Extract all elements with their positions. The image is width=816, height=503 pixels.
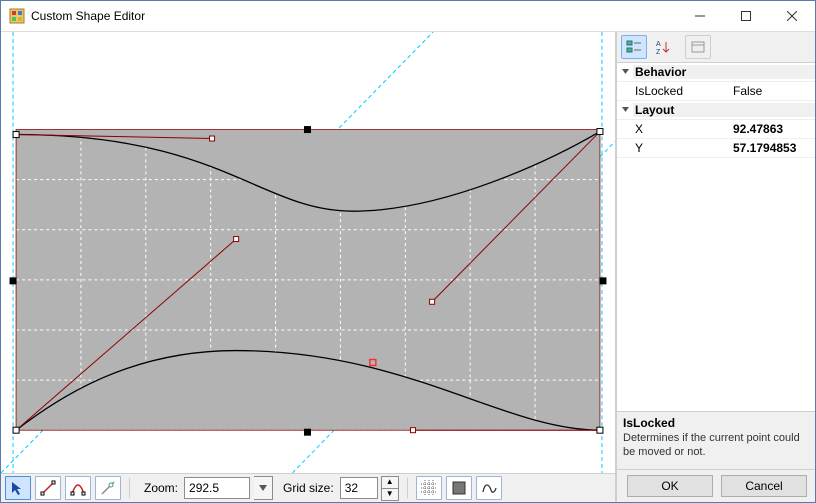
titlebar[interactable]: Custom Shape Editor bbox=[1, 1, 815, 32]
tool-bezier-point[interactable] bbox=[65, 476, 91, 500]
window: Custom Shape Editor Zoom: Grid size: bbox=[0, 0, 816, 503]
property-value[interactable]: False bbox=[729, 84, 815, 98]
maximize-button[interactable] bbox=[723, 1, 769, 31]
svg-text:A: A bbox=[656, 41, 661, 48]
property-name: IsLocked bbox=[617, 84, 729, 98]
app-icon bbox=[9, 8, 25, 24]
svg-text:Z: Z bbox=[656, 49, 661, 55]
category-label: Layout bbox=[633, 103, 815, 117]
ok-button[interactable]: OK bbox=[627, 475, 713, 497]
property-row[interactable]: Y57.1794853 bbox=[617, 139, 815, 158]
grid-size-down[interactable]: ▼ bbox=[381, 489, 399, 501]
window-title: Custom Shape Editor bbox=[31, 9, 677, 23]
property-name: Y bbox=[617, 141, 729, 155]
window-buttons bbox=[677, 1, 815, 31]
alphabetical-button[interactable]: AZ bbox=[649, 35, 675, 59]
tool-select-point[interactable] bbox=[5, 476, 31, 500]
shape-canvas[interactable] bbox=[1, 32, 615, 473]
property-help-desc: Determines if the current point could be… bbox=[623, 432, 809, 460]
property-value[interactable]: 57.1794853 bbox=[729, 141, 815, 155]
minimize-button[interactable] bbox=[677, 1, 723, 31]
separator bbox=[129, 478, 130, 498]
categorized-button[interactable] bbox=[621, 35, 647, 59]
tool-extra[interactable] bbox=[95, 476, 121, 500]
dialog-buttons: OK Cancel bbox=[617, 469, 815, 502]
property-help-title: IsLocked bbox=[623, 416, 809, 430]
property-name: X bbox=[617, 122, 729, 136]
zoom-input[interactable] bbox=[184, 477, 250, 499]
category-label: Behavior bbox=[633, 65, 815, 79]
chevron-down-icon bbox=[617, 103, 633, 117]
property-category[interactable]: Layout bbox=[617, 101, 815, 120]
bottom-toolbar: Zoom: Grid size: ▲ ▼ bbox=[1, 473, 615, 502]
property-grid[interactable]: BehaviorIsLockedFalseLayoutX92.47863Y57.… bbox=[617, 63, 815, 411]
grid-size-spinner: ▲ ▼ bbox=[381, 476, 399, 501]
chevron-down-icon bbox=[617, 65, 633, 79]
canvas-column: Zoom: Grid size: ▲ ▼ bbox=[1, 32, 616, 502]
cancel-button[interactable]: Cancel bbox=[721, 475, 807, 497]
property-value[interactable]: 92.47863 bbox=[729, 122, 815, 136]
fill-preview-button[interactable] bbox=[446, 476, 472, 500]
separator bbox=[407, 478, 408, 498]
zoom-label: Zoom: bbox=[144, 481, 178, 495]
curve-preview-button[interactable] bbox=[476, 476, 502, 500]
property-row[interactable]: X92.47863 bbox=[617, 120, 815, 139]
grid-size-input[interactable] bbox=[340, 477, 378, 499]
tool-line-point[interactable] bbox=[35, 476, 61, 500]
snap-to-grid-button[interactable] bbox=[416, 476, 442, 500]
property-row[interactable]: IsLockedFalse bbox=[617, 82, 815, 101]
grid-size-label: Grid size: bbox=[283, 481, 334, 495]
property-panel: AZ BehaviorIsLockedFalseLayoutX92.47863Y… bbox=[616, 32, 815, 502]
property-pages-button[interactable] bbox=[685, 35, 711, 59]
property-category[interactable]: Behavior bbox=[617, 63, 815, 82]
grid-size-up[interactable]: ▲ bbox=[381, 476, 399, 489]
close-button[interactable] bbox=[769, 1, 815, 31]
property-help: IsLocked Determines if the current point… bbox=[617, 411, 815, 469]
property-toolbar: AZ bbox=[617, 32, 815, 63]
zoom-dropdown-button[interactable] bbox=[254, 476, 273, 500]
